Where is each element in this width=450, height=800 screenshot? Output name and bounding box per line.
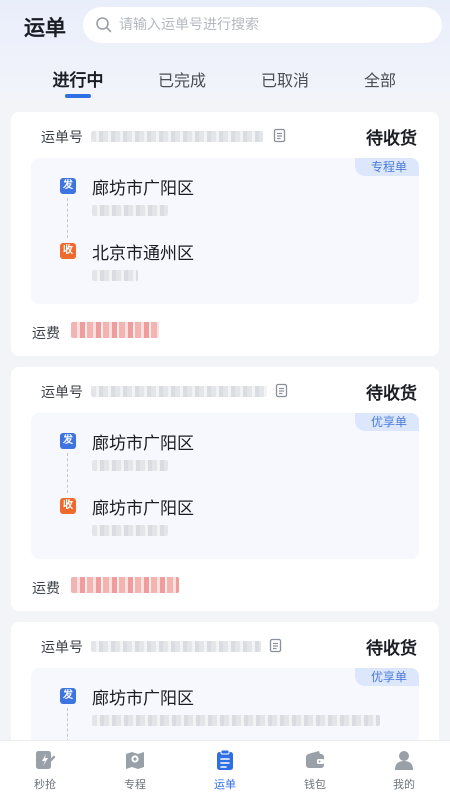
tabbar-label: 运单 (214, 778, 236, 791)
send-badge: 发 (60, 178, 76, 194)
waybill-number-redacted (91, 386, 267, 397)
route-connector (67, 198, 68, 238)
origin-address-redacted (92, 460, 168, 471)
tabbar-item-waybill[interactable]: 运单 (195, 741, 255, 800)
order-status: 待收货 (366, 129, 417, 149)
order-status: 待收货 (366, 639, 417, 659)
page-title: 运单 (24, 16, 66, 40)
destination-city: 廊坊市广阳区 (92, 499, 194, 519)
freight-label: 运费 (32, 326, 60, 342)
clipboard-icon (217, 749, 233, 770)
freight-amount-redacted (71, 577, 179, 593)
tabbar-label: 秒抢 (34, 778, 56, 791)
send-badge: 发 (60, 433, 76, 449)
tabbar-label: 我的 (393, 778, 415, 791)
waybill-number-redacted (91, 641, 261, 652)
map-pin-icon (126, 752, 144, 769)
grab-order-icon (36, 751, 56, 769)
title-row: 运单 (0, 6, 450, 44)
order-card[interactable]: 运单号 待收货 优享单 发 廊坊市广阳区 (11, 622, 439, 752)
tab-completed[interactable]: 已完成 (158, 67, 206, 91)
active-tab-indicator (65, 94, 91, 98)
route-box: 优享单 发 廊坊市广阳区 收 廊坊市广阳区 (31, 413, 419, 559)
search-bar[interactable] (83, 7, 442, 43)
route-connector (67, 453, 68, 493)
order-card[interactable]: 运单号 待收货 优享单 发 廊坊市广阳区 收 廊坊市广阳区 运费 (11, 367, 439, 611)
wallet-icon (306, 751, 324, 768)
origin-address-redacted (92, 715, 380, 726)
receive-badge: 收 (60, 243, 76, 259)
waybill-number-redacted (91, 131, 263, 142)
order-card-header: 运单号 待收货 (11, 367, 439, 413)
tab-cancelled[interactable]: 已取消 (261, 67, 309, 91)
tabbar-item-dedicated[interactable]: 专程 (105, 741, 165, 800)
waybill-number-label: 运单号 (41, 640, 83, 656)
order-type-tag: 优享单 (354, 668, 419, 686)
order-type-tag: 专程单 (354, 158, 419, 176)
tabbar-item-mine[interactable]: 我的 (374, 741, 434, 800)
receive-badge: 收 (60, 498, 76, 514)
copy-icon[interactable] (273, 128, 287, 143)
order-card-header: 运单号 待收货 (11, 622, 439, 668)
destination-address-redacted (92, 270, 138, 281)
copy-icon[interactable] (269, 638, 283, 653)
route-box: 专程单 发 廊坊市广阳区 收 北京市通州区 (31, 158, 419, 304)
header: 运单 进行中 已完成 已取消 全部 (0, 0, 450, 100)
order-card-header: 运单号 待收货 (11, 112, 439, 158)
origin-city: 廊坊市广阳区 (92, 179, 194, 199)
search-icon (96, 17, 112, 33)
order-card[interactable]: 运单号 待收货 专程单 发 廊坊市广阳区 收 北京市通州区 运费 (11, 112, 439, 356)
origin-city: 廊坊市广阳区 (92, 689, 194, 709)
origin-address-redacted (92, 205, 168, 216)
destination-city: 北京市通州区 (92, 244, 194, 264)
origin-city: 廊坊市广阳区 (92, 434, 194, 454)
order-status: 待收货 (366, 384, 417, 404)
tabbar-item-grab[interactable]: 秒抢 (15, 741, 75, 800)
waybill-number-label: 运单号 (41, 130, 83, 146)
tabbar-item-wallet[interactable]: 钱包 (285, 741, 345, 800)
freight-label: 运费 (32, 581, 60, 597)
status-tabs: 进行中 已完成 已取消 全部 (0, 62, 450, 100)
order-type-tag: 优享单 (354, 413, 419, 431)
tabbar-label: 钱包 (304, 778, 326, 791)
search-input[interactable] (119, 17, 419, 33)
send-badge: 发 (60, 688, 76, 704)
bottom-tab-bar: 秒抢 专程 运单 钱包 我的 (0, 740, 450, 800)
destination-address-redacted (92, 525, 168, 536)
user-icon (395, 751, 413, 770)
tabbar-label: 专程 (124, 778, 146, 791)
waybill-number-label: 运单号 (41, 385, 83, 401)
tab-all[interactable]: 全部 (364, 67, 396, 91)
freight-amount-redacted (71, 322, 159, 338)
copy-icon[interactable] (275, 383, 289, 398)
tab-in-progress[interactable]: 进行中 (53, 66, 104, 91)
